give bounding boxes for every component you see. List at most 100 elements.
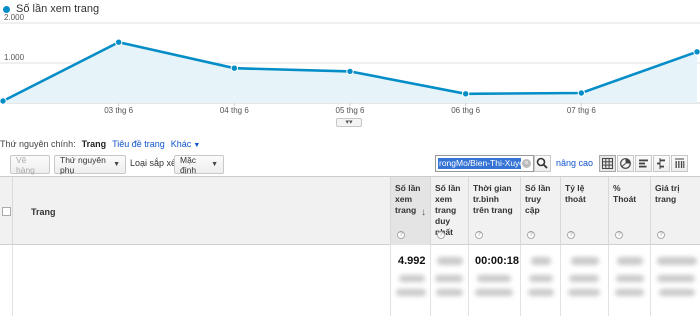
data-point (0, 97, 7, 105)
sort-type-dropdown[interactable]: Mặc định ▼ (174, 154, 224, 175)
blurred-text (571, 257, 599, 265)
blurred-text (659, 289, 695, 296)
secondary-dimension-label: Thứ nguyên phụ (60, 154, 106, 175)
comparison-view-icon (657, 158, 665, 169)
pivot-view-icon (675, 158, 685, 168)
column-header-bounce-rate[interactable]: Tỷ lệ thoát ? (560, 177, 608, 245)
summary-avg-time-value: 00:00:18 (475, 255, 520, 267)
help-icon[interactable]: ? (527, 231, 535, 239)
y-tick-label: 1.000 (4, 53, 25, 62)
data-point (230, 64, 239, 72)
column-header-unique-pageviews[interactable]: Số lần xem trang duy nhất ? (430, 177, 468, 245)
x-tick-label: 03 thg 6 (104, 106, 133, 115)
blurred-text (568, 289, 600, 296)
table-summary-row: 4.992 00:00:18 (0, 245, 700, 316)
summary-cell-exit (608, 245, 650, 316)
table-view-button[interactable] (599, 155, 616, 172)
column-header-exit[interactable]: % Thoát ? (608, 177, 650, 245)
blurred-text (617, 257, 643, 265)
blurred-text (615, 289, 644, 296)
blurred-text (435, 275, 463, 282)
table-header: Trang Số lần xem trang ↓ ? Số lần xem tr… (0, 177, 700, 245)
pivot-view-button[interactable] (671, 155, 688, 172)
data-point (577, 89, 586, 97)
help-icon[interactable]: ? (437, 231, 445, 239)
blurred-text (569, 275, 599, 282)
column-header-page-label: Trang (31, 207, 56, 217)
help-icon[interactable]: ? (567, 231, 575, 239)
summary-cell-page-value (650, 245, 700, 316)
plot-rows-label: Vẽ hàng (16, 154, 35, 175)
summary-cell-entrances (520, 245, 560, 316)
column-header-pageviews[interactable]: Số lần xem trang ↓ ? (390, 177, 430, 245)
blurred-text (477, 275, 511, 282)
help-icon[interactable]: ? (397, 231, 405, 239)
table-filter-search[interactable]: rongMo/Bien-Thi-Xuyen × (435, 155, 534, 172)
chart-area: 1.000 2.000 03 thg 6 04 thg 6 05 thg 6 06 thg… (0, 0, 700, 128)
search-button[interactable] (534, 155, 551, 172)
primary-dimension-label: Thứ nguyên chính: (0, 139, 76, 149)
search-input-value[interactable]: rongMo/Bien-Thi-Xuyen (439, 158, 529, 169)
data-point (114, 38, 123, 46)
x-tick-label: 04 thg 6 (220, 106, 249, 115)
primary-dimension-bar: Thứ nguyên chính: Trang Tiêu đề trang Kh… (0, 137, 200, 151)
blurred-text (529, 275, 553, 282)
column-header-bounce-rate-label: Tỷ lệ thoát (565, 183, 586, 204)
pie-view-button[interactable] (617, 155, 634, 172)
advanced-filter-link[interactable]: nâng cao (556, 158, 593, 168)
blurred-text (528, 289, 554, 296)
chart-collapse-handle[interactable]: ▾▾ (336, 118, 362, 127)
select-all-checkbox[interactable] (2, 207, 11, 216)
column-header-pageviews-label: Số lần xem trang (395, 183, 421, 215)
column-header-page-value[interactable]: Giá trị trang ? (650, 177, 700, 245)
bar-view-icon (639, 159, 648, 168)
blurred-text (399, 275, 425, 282)
dimension-page-active[interactable]: Trang (82, 139, 107, 149)
blurred-text (657, 257, 697, 265)
column-header-page[interactable]: Trang (12, 177, 390, 245)
help-icon[interactable]: ? (615, 231, 623, 239)
column-header-exit-label: % Thoát (613, 183, 637, 204)
help-icon[interactable]: ? (475, 231, 483, 239)
blurred-text (657, 275, 695, 282)
caret-down-icon: ▼ (113, 161, 120, 168)
dimension-more-label: Khác (170, 139, 192, 149)
data-point (461, 90, 470, 98)
line-chart: 1.0002.00003 thg 6 04 thg 6 05 thg 6 06 thg… (0, 13, 700, 115)
comparison-view-button[interactable] (653, 155, 670, 172)
caret-down-icon: ▼ (211, 161, 218, 168)
column-header-unique-pageviews-label: Số lần xem trang duy nhất (435, 183, 461, 237)
table-toolbar: Vẽ hàng Thứ nguyên phụ ▼ Loại sắp xếp: M… (0, 153, 700, 175)
summary-cell-page (12, 245, 390, 316)
summary-cell-pageviews: 4.992 (390, 245, 430, 316)
x-tick-label: 07 thg 6 (567, 106, 596, 115)
plot-rows-button[interactable]: Vẽ hàng (10, 154, 50, 175)
column-header-avg-time[interactable]: Thời gian tr.bình trên trang ? (468, 177, 520, 245)
legend-label: Số lần xem trang (16, 3, 100, 15)
x-tick-label: 06 thg 6 (451, 106, 480, 115)
x-tick-label: 05 thg 6 (336, 106, 365, 115)
clear-search-icon[interactable]: × (522, 159, 531, 168)
legend-dot-icon (3, 5, 10, 13)
summary-cell-avg-time: 00:00:18 (468, 245, 520, 316)
column-header-entrances-label: Số lần truy cập (525, 183, 551, 215)
column-header-page-value-label: Giá trị trang (655, 183, 680, 204)
bar-view-button[interactable] (635, 155, 652, 172)
help-icon[interactable]: ? (657, 231, 665, 239)
chevron-down-icon: ▼ (193, 142, 201, 149)
blurred-text (396, 289, 426, 296)
blurred-text (436, 289, 463, 296)
table-view-icon (602, 158, 613, 169)
sort-type-value: Mặc định (180, 154, 197, 175)
blurred-text (475, 289, 513, 296)
blurred-text (531, 257, 551, 265)
column-header-entrances[interactable]: Số lần truy cập ? (520, 177, 560, 245)
secondary-dimension-dropdown[interactable]: Thứ nguyên phụ ▼ (54, 154, 126, 175)
column-header-avg-time-label: Thời gian tr.bình trên trang (473, 183, 513, 215)
pie-view-icon (620, 158, 631, 169)
summary-cell-unique-pageviews (430, 245, 468, 316)
summary-cell-bounce-rate (560, 245, 608, 316)
dimension-more-dropdown[interactable]: Khác ▼ (171, 139, 200, 149)
dimension-page-title-link[interactable]: Tiêu đề trang (112, 139, 165, 149)
blurred-text (616, 275, 644, 282)
